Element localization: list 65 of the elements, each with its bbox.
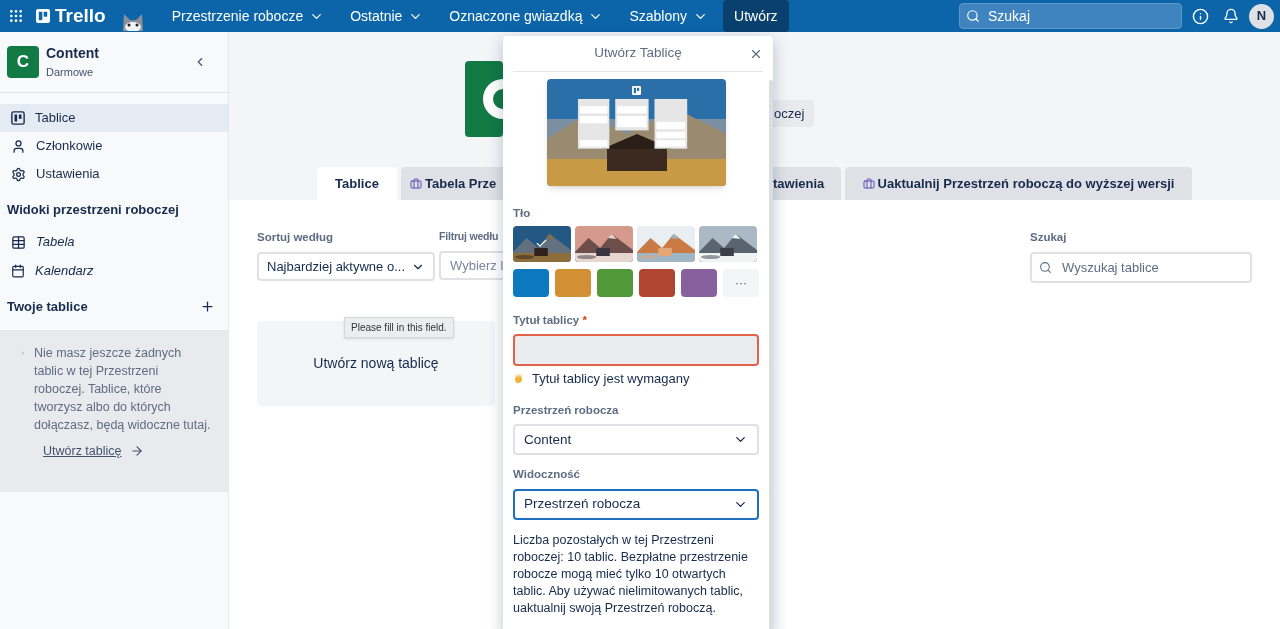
field-label: Sortuj według: [257, 230, 335, 245]
tab[interactable]: tawienia: [773, 167, 841, 200]
sidebar-item[interactable]: Ustawienia: [0, 160, 228, 188]
field-label: Filtruj wedłu: [439, 229, 500, 244]
tab[interactable]: Tablice: [317, 167, 397, 200]
color-option[interactable]: [513, 269, 549, 298]
sidebar-item[interactable]: Kalendarz: [0, 256, 228, 286]
empty-state-text: Nie masz jeszcze żadnych tablic w tej Przestrzeni roboczej. Tablice, które tworzysz albo do których dołączasz, będą widoczne tutaj.: [33, 344, 212, 434]
workspace-avatar: C: [7, 46, 39, 78]
info-icon[interactable]: [1192, 7, 1209, 25]
add-icon[interactable]: [200, 299, 215, 314]
workspace-button[interactable]: oczej: [773, 100, 815, 127]
color-option[interactable]: [555, 269, 591, 298]
trello-logo[interactable]: Trello: [36, 1, 106, 31]
field-label: Widoczność: [513, 467, 581, 483]
board-icon: [11, 111, 25, 125]
background-option[interactable]: [699, 226, 757, 263]
notifications-icon[interactable]: [1223, 8, 1239, 24]
error-message: Tytuł tablicy jest wymagany: [532, 369, 690, 388]
briefcase-icon: [862, 177, 875, 190]
section-heading: Twoje tablice: [7, 297, 88, 316]
search-boards-field[interactable]: Wyszukaj tablice: [1030, 252, 1252, 284]
tab[interactable]: Tabela Prze: [401, 167, 503, 200]
user-avatar[interactable]: N: [1249, 3, 1274, 29]
field-label: Tytuł tablicy *: [513, 313, 588, 329]
sidebar-item[interactable]: Tabela: [0, 227, 228, 257]
nav-menu-button[interactable]: Ostatnie: [339, 0, 435, 32]
field-label: Przestrzeń robocza: [513, 403, 620, 418]
section-heading: Widoki przestrzeni roboczej: [6, 201, 180, 219]
field-label: Szukaj: [1030, 230, 1068, 245]
background-option[interactable]: [513, 226, 571, 263]
color-option[interactable]: [681, 269, 717, 298]
workspace-name: Content: [46, 44, 99, 64]
validation-tooltip: Please fill in this field.: [344, 317, 454, 339]
info-text: Liczba pozostałych w tej Przestrzeni roboczej: 10 tablic. Bezpłatne przestrzenie robocze mogą mieć tylko 10 otwartych tablic. Aby używać nielimitowanych tablic, uaktualnij swoją Przestrzeń roboczą.: [513, 531, 749, 617]
sort-select[interactable]: Najbardziej aktywne o...: [257, 252, 435, 282]
briefcase-icon: [410, 177, 422, 190]
waving-hand-icon: [513, 372, 525, 385]
create-board-link[interactable]: Utwórz tablicę: [43, 441, 144, 461]
workspace-select[interactable]: Content: [513, 424, 759, 456]
tab[interactable]: Uaktualnij Przestrzeń roboczą do wyższej wersji: [845, 167, 1192, 200]
workspace-plan: Darmowe: [46, 65, 95, 81]
create-button[interactable]: Utwórz: [723, 0, 789, 32]
search-icon: [966, 9, 980, 23]
color-option[interactable]: [597, 269, 633, 298]
table-icon: [11, 234, 26, 250]
sidebar-item[interactable]: Tablice: [0, 104, 228, 132]
nav-menu-button[interactable]: Oznaczone gwiazdką: [438, 0, 615, 32]
calendar-icon: [11, 264, 25, 278]
popover-title: Utwórz Tablicę: [594, 44, 682, 63]
background-option[interactable]: [575, 226, 633, 263]
visibility-select[interactable]: Przestrzeń robocza: [513, 488, 759, 520]
apps-menu-icon[interactable]: [8, 8, 24, 24]
board-title-field[interactable]: [513, 333, 759, 366]
more-button[interactable]: ···: [723, 269, 759, 298]
search-field[interactable]: Szukaj: [959, 3, 1182, 29]
color-option[interactable]: [639, 269, 675, 298]
sidebar-item[interactable]: Członkowie: [0, 132, 228, 160]
field-label: Tło: [513, 206, 532, 221]
nav-menu-button[interactable]: Szablony: [618, 0, 719, 32]
nav-menu-button[interactable]: Przestrzenie robocze: [160, 0, 336, 32]
search-icon: [1039, 261, 1052, 275]
person-icon: [11, 138, 26, 154]
settings-icon: [11, 166, 26, 182]
trello-logo-icon: [631, 86, 641, 95]
